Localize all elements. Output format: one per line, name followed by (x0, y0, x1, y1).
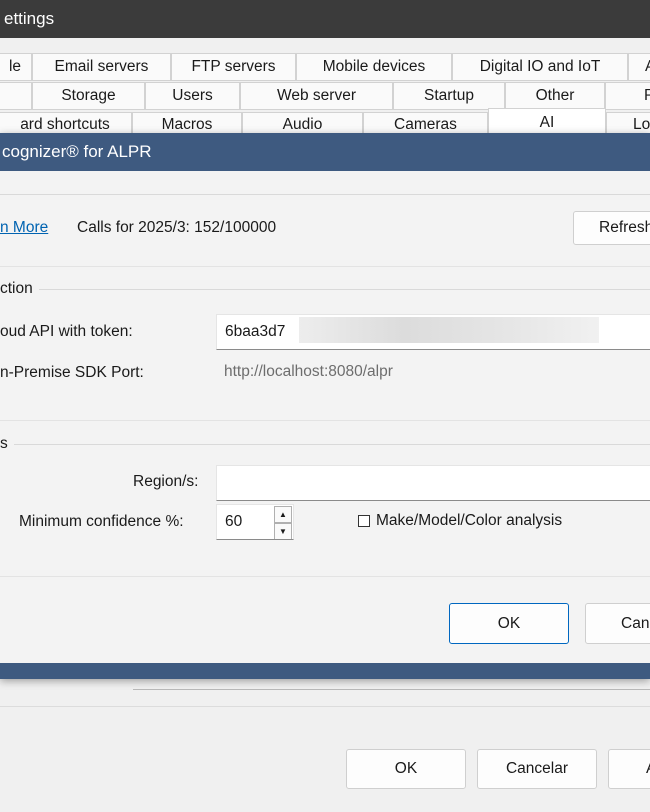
learn-more-link[interactable]: n More (0, 219, 48, 237)
tab-ftp-servers[interactable]: FTP servers (171, 53, 296, 81)
connection-group-border (0, 289, 650, 290)
tab-cameras[interactable]: Cameras (363, 112, 488, 134)
cloud-api-label: oud API with token: (0, 323, 133, 340)
tab-row2-partial[interactable] (0, 82, 32, 110)
alpr-dialog-title-bar: cognizer® for ALPR (0, 133, 650, 171)
tab-lo-partial[interactable]: Lo (606, 112, 650, 134)
onprem-sdk-label: n-Premise SDK Port: (0, 364, 144, 381)
tab-mobile-devices[interactable]: Mobile devices (296, 53, 452, 81)
cloud-api-token-input[interactable]: 6baa3d7 (216, 314, 650, 350)
alpr-dialog-title: cognizer® for ALPR (2, 142, 152, 161)
confidence-spinner: ▲ ▼ (274, 506, 292, 539)
tab-startup[interactable]: Startup (393, 82, 505, 110)
tab-a-partial[interactable]: A (628, 53, 650, 81)
settings-apply-button[interactable]: A (608, 749, 650, 789)
spin-down-icon[interactable]: ▼ (274, 523, 292, 539)
min-confidence-stepper[interactable]: 60 ▲ ▼ (216, 504, 294, 540)
tab-p-partial[interactable]: P (605, 82, 650, 110)
dialog-ok-button[interactable]: OK (449, 603, 569, 644)
alpr-dialog: cognizer® for ALPR n More Calls for 2025… (0, 133, 650, 679)
settings-window-title: ettings (4, 9, 55, 28)
tab-web-server[interactable]: Web server (240, 82, 393, 110)
settings-title-bar: ettings (0, 0, 650, 38)
tab-other[interactable]: Other (505, 82, 605, 110)
usage-group-bottom (0, 266, 650, 267)
calls-usage-text: Calls for 2025/3: 152/100000 (77, 219, 277, 236)
usage-group-border (0, 194, 650, 195)
connection-group-bottom (0, 420, 650, 421)
spin-up-icon[interactable]: ▲ (274, 506, 292, 523)
region-input[interactable] (216, 465, 650, 501)
tab-ai[interactable]: AI (488, 108, 606, 134)
tab-storage[interactable]: Storage (32, 82, 145, 110)
options-group-label: s (0, 435, 14, 453)
make-model-color-checkbox[interactable] (358, 515, 370, 527)
options-group-border (0, 444, 650, 445)
connection-group-label: ction (0, 280, 39, 298)
onprem-sdk-port-input[interactable]: http://localhost:8080/alpr (216, 355, 650, 389)
tab-users[interactable]: Users (145, 82, 240, 110)
footer-divider (0, 706, 650, 707)
tab-audio[interactable]: Audio (242, 112, 363, 134)
tab-email-servers[interactable]: Email servers (32, 53, 171, 81)
token-redaction-blur (299, 317, 599, 343)
dialog-cancel-button[interactable]: Can (585, 603, 650, 644)
refresh-button[interactable]: Refresh (573, 211, 650, 245)
tab-keyboard-shortcuts[interactable]: ard shortcuts (0, 112, 132, 134)
region-label: Region/s: (133, 473, 199, 490)
options-group-bottom (0, 576, 650, 577)
settings-ok-button[interactable]: OK (346, 749, 466, 789)
dialog-bottom-edge (0, 663, 650, 679)
tab-macros[interactable]: Macros (132, 112, 242, 134)
make-model-color-label: Make/Model/Color analysis (376, 512, 563, 529)
background-field-underline (133, 689, 650, 690)
tab-digital-io-iot[interactable]: Digital IO and IoT (452, 53, 628, 81)
settings-cancel-button[interactable]: Cancelar (477, 749, 597, 789)
tab-mobile-partial[interactable]: le (0, 53, 32, 81)
min-confidence-label: Minimum confidence %: (19, 513, 184, 530)
